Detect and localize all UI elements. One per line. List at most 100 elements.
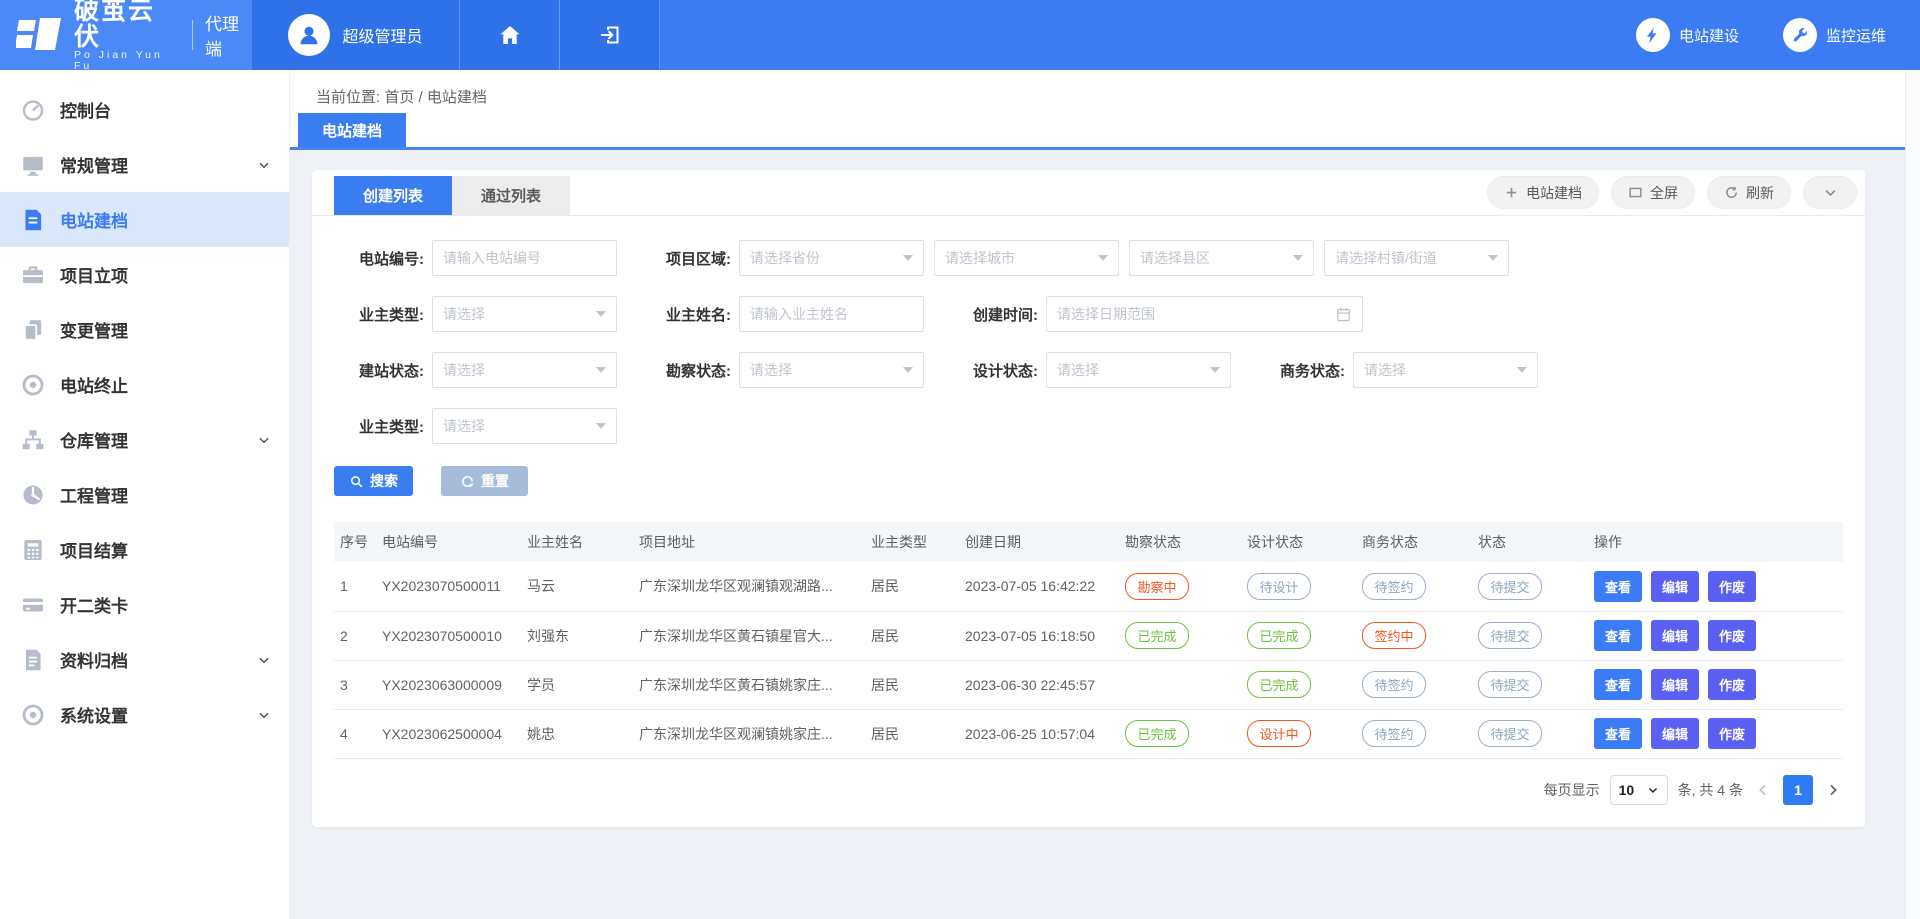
refresh-label: 刷新 (1746, 183, 1774, 203)
sidebar-item-station-termination[interactable]: 电站终止 (0, 357, 289, 412)
sidebar-item-data-archive[interactable]: 资料归档 (0, 632, 289, 687)
build-status-select[interactable]: 请选择 (432, 352, 617, 388)
tab-passed-list[interactable]: 通过列表 (452, 176, 570, 215)
prev-page-button[interactable] (1753, 782, 1773, 798)
county-select[interactable]: 请选择县区 (1129, 240, 1314, 276)
cell-created: 2023-07-05 16:18:50 (959, 611, 1119, 660)
nav-monitor-ops[interactable]: 监控运维 (1783, 18, 1886, 52)
col-status: 状态 (1472, 522, 1588, 562)
sidebar-item-station-filing[interactable]: 电站建档 (0, 192, 289, 247)
login-exit-button[interactable] (560, 0, 660, 70)
document-icon (20, 207, 46, 233)
collapse-button[interactable] (1803, 176, 1857, 209)
sidebar-item-class2-card[interactable]: 开二类卡 (0, 577, 289, 632)
void-button[interactable]: 作废 (1708, 718, 1756, 749)
filter-owner-type-2: 业主类型: 请选择 (334, 408, 617, 444)
filter-label: 设计状态: (948, 360, 1038, 381)
fullscreen-button[interactable]: 全屏 (1611, 176, 1695, 209)
tab-create-list[interactable]: 创建列表 (334, 176, 452, 215)
edit-button[interactable]: 编辑 (1651, 718, 1699, 749)
view-button[interactable]: 查看 (1594, 571, 1642, 602)
per-page-select[interactable]: 10 (1610, 775, 1668, 805)
chevron-down-icon (1647, 784, 1659, 796)
col-type: 业主类型 (865, 522, 959, 562)
sidebar-item-system-settings[interactable]: 系统设置 (0, 687, 289, 742)
nav-station-construction[interactable]: 电站建设 (1636, 18, 1739, 52)
col-no: 序号 (334, 522, 376, 562)
status-badge: 已完成 (1125, 622, 1189, 649)
per-page-label: 每页显示 (1544, 780, 1600, 800)
search-label: 搜索 (370, 471, 398, 491)
caret-down-icon (1488, 255, 1498, 261)
business-status-select[interactable]: 请选择 (1353, 352, 1538, 388)
view-button[interactable]: 查看 (1594, 620, 1642, 651)
edit-button[interactable]: 编辑 (1651, 669, 1699, 700)
status-badge: 勘察中 (1125, 573, 1189, 600)
add-station-button[interactable]: 电站建档 (1487, 176, 1599, 209)
station-table: 序号 电站编号 业主姓名 项目地址 业主类型 创建日期 勘察状态 设计状态 商务… (334, 522, 1843, 759)
void-button[interactable]: 作废 (1708, 620, 1756, 651)
next-page-button[interactable] (1823, 782, 1843, 798)
filter-row-2: 业主类型: 请选择 业主姓名: 创建时间: 请选择日期范围 (334, 296, 1843, 332)
station-table-wrap: 序号 电站编号 业主姓名 项目地址 业主类型 创建日期 勘察状态 设计状态 商务… (312, 496, 1865, 759)
sidebar-item-general-mgmt[interactable]: 常规管理 (0, 137, 289, 192)
sidebar-item-label: 常规管理 (60, 152, 128, 177)
breadcrumb-path[interactable]: 首页 / 电站建档 (384, 89, 487, 106)
chevron-down-icon (257, 158, 271, 172)
void-button[interactable]: 作废 (1708, 571, 1756, 602)
sidebar-item-project-settlement[interactable]: 项目结算 (0, 522, 289, 577)
refresh-button[interactable]: 刷新 (1707, 176, 1791, 209)
sidebar-item-change-mgmt[interactable]: 变更管理 (0, 302, 289, 357)
owner-type2-select[interactable]: 请选择 (432, 408, 617, 444)
edit-button[interactable]: 编辑 (1651, 571, 1699, 602)
design-status-select[interactable]: 请选择 (1046, 352, 1231, 388)
caret-down-icon (903, 367, 913, 373)
chevron-down-icon (257, 433, 271, 447)
list-tabs: 创建列表 通过列表 (334, 176, 570, 215)
filter-owner-name: 业主姓名: (641, 296, 924, 332)
col-design: 设计状态 (1241, 522, 1356, 562)
view-button[interactable]: 查看 (1594, 718, 1642, 749)
calculator-icon (20, 537, 46, 563)
survey-status-select[interactable]: 请选择 (739, 352, 924, 388)
total-count-label: 条, 共 4 条 (1678, 780, 1743, 800)
scrollbar[interactable] (1905, 70, 1920, 919)
search-button[interactable]: 搜索 (334, 466, 413, 496)
home-button[interactable] (460, 0, 560, 70)
status-badge: 待签约 (1362, 573, 1426, 600)
pagination: 每页显示 10 条, 共 4 条 1 (312, 759, 1865, 805)
page-tab-station-filing[interactable]: 电站建档 (298, 113, 406, 147)
sitemap-icon (20, 427, 46, 453)
filter-label: 创建时间: (948, 304, 1038, 325)
status-badge: 待提交 (1478, 573, 1542, 600)
breadcrumb: 当前位置: 首页 / 电站建档 (316, 86, 487, 107)
date-range-input[interactable]: 请选择日期范围 (1046, 296, 1363, 332)
sidebar-item-engineering-mgmt[interactable]: 工程管理 (0, 467, 289, 522)
caret-down-icon (596, 367, 606, 373)
filter-build-status: 建站状态: 请选择 (334, 352, 617, 388)
cell-created: 2023-06-25 10:57:04 (959, 709, 1119, 758)
caret-down-icon (1210, 367, 1220, 373)
user-menu[interactable]: 超级管理员 (252, 0, 460, 70)
station-code-input[interactable] (432, 240, 617, 276)
edit-button[interactable]: 编辑 (1651, 620, 1699, 651)
owner-type-select[interactable]: 请选择 (432, 296, 617, 332)
sidebar-item-warehouse-mgmt[interactable]: 仓库管理 (0, 412, 289, 467)
view-button[interactable]: 查看 (1594, 669, 1642, 700)
cell-no: 4 (334, 709, 376, 758)
owner-name-input[interactable] (739, 296, 924, 332)
filter-owner-type: 业主类型: 请选择 (334, 296, 617, 332)
city-select[interactable]: 请选择城市 (934, 240, 1119, 276)
reset-button[interactable]: 重置 (441, 466, 528, 496)
sidebar-item-console[interactable]: 控制台 (0, 82, 289, 137)
province-select[interactable]: 请选择省份 (739, 240, 924, 276)
cell-address: 广东深圳龙华区黄石镇星官大... (633, 611, 865, 660)
void-button[interactable]: 作废 (1708, 669, 1756, 700)
status-badge: 已完成 (1247, 671, 1311, 698)
town-select[interactable]: 请选择村镇/街道 (1324, 240, 1509, 276)
sidebar-item-project-initiation[interactable]: 项目立项 (0, 247, 289, 302)
page-number-1[interactable]: 1 (1783, 775, 1813, 805)
logout-arrow-icon (598, 23, 622, 47)
select-placeholder: 请选择 (1057, 360, 1099, 380)
per-page-value: 10 (1619, 782, 1635, 798)
